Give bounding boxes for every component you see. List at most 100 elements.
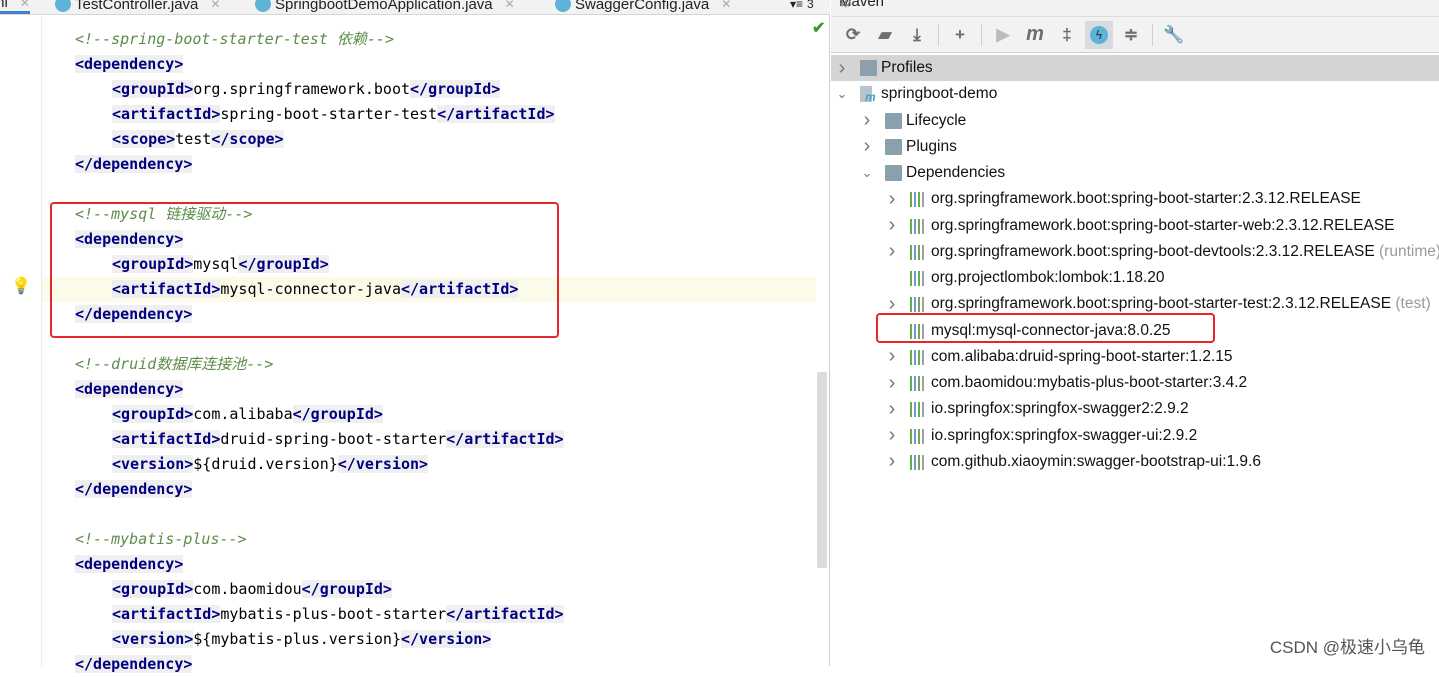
xml-tag: <artifactId> [112, 605, 221, 623]
tree-item-label: io.springfox:springfox-swagger-ui:2.9.2 [931, 426, 1198, 444]
tree-item[interactable]: › com.alibaba:druid-spring-boot-starter:1… [831, 344, 1439, 370]
generate-sources-icon[interactable]: ▰ [871, 21, 899, 49]
chevron-right-icon[interactable]: › [886, 240, 898, 263]
maven-header: Maven ⚙ [831, 0, 1439, 17]
xml-text: test [175, 130, 212, 148]
add-icon[interactable]: + [946, 21, 974, 49]
tab-3[interactable]: SwaggerConfig.java ✕ [555, 0, 731, 14]
settings-wrench-icon[interactable]: 🔧 [1160, 21, 1188, 49]
inspection-ok-icon[interactable]: ✔ [812, 18, 825, 38]
chevron-right-icon[interactable]: › [886, 214, 898, 237]
xml-tag: </artifactId> [446, 430, 564, 448]
code-area[interactable]: <!--spring-boot-starter-test 依赖--> <depen… [0, 16, 816, 673]
xml-tag: <dependency> [75, 380, 184, 398]
gear-icon[interactable]: ⚙ [839, 0, 852, 11]
tree-item[interactable]: › org.springframework.boot:spring-boot-st… [831, 213, 1439, 239]
tab-1[interactable]: TestController.java ✕ [55, 0, 220, 14]
tree-item-label: com.alibaba:druid-spring-boot-starter:1.… [931, 347, 1233, 365]
tree-item[interactable]: › com.github.xiaoymin:swagger-bootstrap-u… [831, 449, 1439, 475]
library-icon [910, 375, 927, 391]
xml-tag: </version> [337, 455, 429, 473]
xml-text: mybatis-plus-boot-starter [220, 605, 447, 623]
chevron-right-icon[interactable]: › [886, 188, 898, 211]
tree-item[interactable]: ⌄ Dependencies [831, 160, 1439, 186]
reload-icon[interactable]: ⟳ [839, 21, 867, 49]
folder-icon [860, 60, 877, 76]
tree-item-label: springboot-demo [881, 85, 998, 103]
chevron-right-icon[interactable]: › [836, 57, 848, 80]
tab-0[interactable]: ml ✕ [0, 0, 30, 14]
separator [938, 23, 939, 46]
tree-item[interactable]: › org.springframework.boot:spring-boot-st… [831, 186, 1439, 212]
tree-item[interactable]: › Profiles [831, 55, 1439, 81]
tree-item[interactable]: › io.springfox:springfox-swagger-ui:2.9.2 [831, 423, 1439, 449]
chevron-right-icon[interactable]: › [886, 450, 898, 473]
close-icon[interactable]: ✕ [505, 0, 515, 11]
watermark: CSDN @极速小乌龟 [1269, 638, 1425, 657]
tab-2[interactable]: SpringbootDemoApplication.java ✕ [255, 0, 515, 14]
chevron-down-icon[interactable]: ⌄ [861, 165, 873, 181]
tree-item[interactable]: › org.springframework.boot:spring-boot-de… [831, 239, 1439, 265]
separator [1152, 23, 1153, 46]
skip-tests-icon[interactable]: ‡ [1053, 21, 1081, 49]
folder-icon [885, 138, 902, 155]
library-icon [910, 401, 927, 418]
offline-mode-icon[interactable]: ϟ [1085, 20, 1113, 49]
code-line: </dependency> [0, 477, 816, 502]
tree-item[interactable]: › Plugins [831, 134, 1439, 160]
tree-item-label: Dependencies [906, 164, 1006, 181]
tab-label: ml [0, 0, 8, 11]
xml-text: org.springframework.boot [193, 80, 411, 98]
library-icon [910, 244, 927, 260]
code-line: <!--spring-boot-starter-test 依赖--> [0, 27, 816, 52]
tree-item-label: io.springfox:springfox-swagger2:2.9.2 [931, 400, 1189, 418]
close-icon[interactable]: ✕ [210, 0, 220, 11]
chevron-right-icon[interactable]: › [886, 398, 898, 421]
tree-item-text: org.springframework.boot:spring-boot-sta… [931, 295, 1431, 313]
xml-tag: <version> [112, 630, 194, 648]
highlight-box-code [50, 202, 559, 338]
code-line: <dependency> [0, 52, 816, 77]
maven-goal-icon[interactable]: m [1021, 21, 1049, 49]
xml-tag: <dependency> [75, 55, 184, 73]
xml-tag: </groupId> [301, 580, 392, 598]
chevron-right-icon[interactable]: › [861, 109, 873, 132]
lightbulb-icon[interactable]: 💡 [11, 276, 31, 296]
code-line: <groupId>org.springframework.boot</group… [0, 77, 816, 102]
xml-tag: </artifactId> [437, 105, 555, 123]
tree-item-label: org.springframework.boot:spring-boot-dev… [931, 242, 1375, 260]
code-line: <groupId>com.alibaba</groupId> [0, 402, 816, 427]
tree-item-label: com.github.xiaoymin:swagger-bootstrap-ui… [931, 452, 1261, 470]
chevron-right-icon[interactable]: › [886, 345, 898, 368]
tree-item[interactable]: › Lifecycle [831, 108, 1439, 134]
xml-text: com.baomidou [193, 580, 302, 598]
tab-overflow[interactable]: ▾≡ 3 [790, 0, 814, 14]
tree-item-text: org.springframework.boot:spring-boot-dev… [931, 243, 1439, 261]
tree-item[interactable]: ⌄ m springboot-demo [831, 81, 1439, 107]
download-icon[interactable]: ⤓ [903, 21, 931, 49]
code-line: <groupId>com.baomidou</groupId> [0, 577, 816, 602]
library-icon [910, 191, 927, 208]
chevron-right-icon[interactable]: › [886, 424, 898, 447]
code-line: <!--druid数据库连接池--> [0, 352, 816, 377]
tree-item-label: com.baomidou:mybatis-plus-boot-starter:3… [931, 374, 1248, 391]
xml-text: com.alibaba [193, 405, 293, 423]
close-icon[interactable]: ✕ [721, 0, 731, 11]
collapse-all-icon[interactable]: ≑ [1117, 21, 1145, 49]
close-icon[interactable]: ✕ [20, 0, 30, 10]
run-icon[interactable]: ▶ [989, 21, 1017, 49]
highlight-box-dependency [876, 313, 1215, 343]
xml-tag: <groupId> [112, 80, 194, 98]
editor-tab-bar: ml✕TestController.java✕SpringbootDemoApp… [0, 0, 830, 15]
xml-tag: <groupId> [112, 405, 194, 423]
chevron-right-icon[interactable]: › [886, 372, 898, 395]
chevron-down-icon[interactable]: ⌄ [836, 86, 848, 102]
tree-item[interactable]: org.projectlombok:lombok:1.18.20 [831, 265, 1439, 291]
tree-item[interactable]: › com.baomidou:mybatis-plus-boot-starter:… [831, 370, 1439, 396]
tree-item[interactable]: › io.springfox:springfox-swagger2:2.9.2 [831, 396, 1439, 422]
editor-scrollbar[interactable] [817, 372, 827, 568]
xml-text: druid-spring-boot-starter [220, 430, 447, 448]
code-line: <dependency> [0, 377, 816, 402]
chevron-right-icon[interactable]: › [861, 135, 873, 158]
